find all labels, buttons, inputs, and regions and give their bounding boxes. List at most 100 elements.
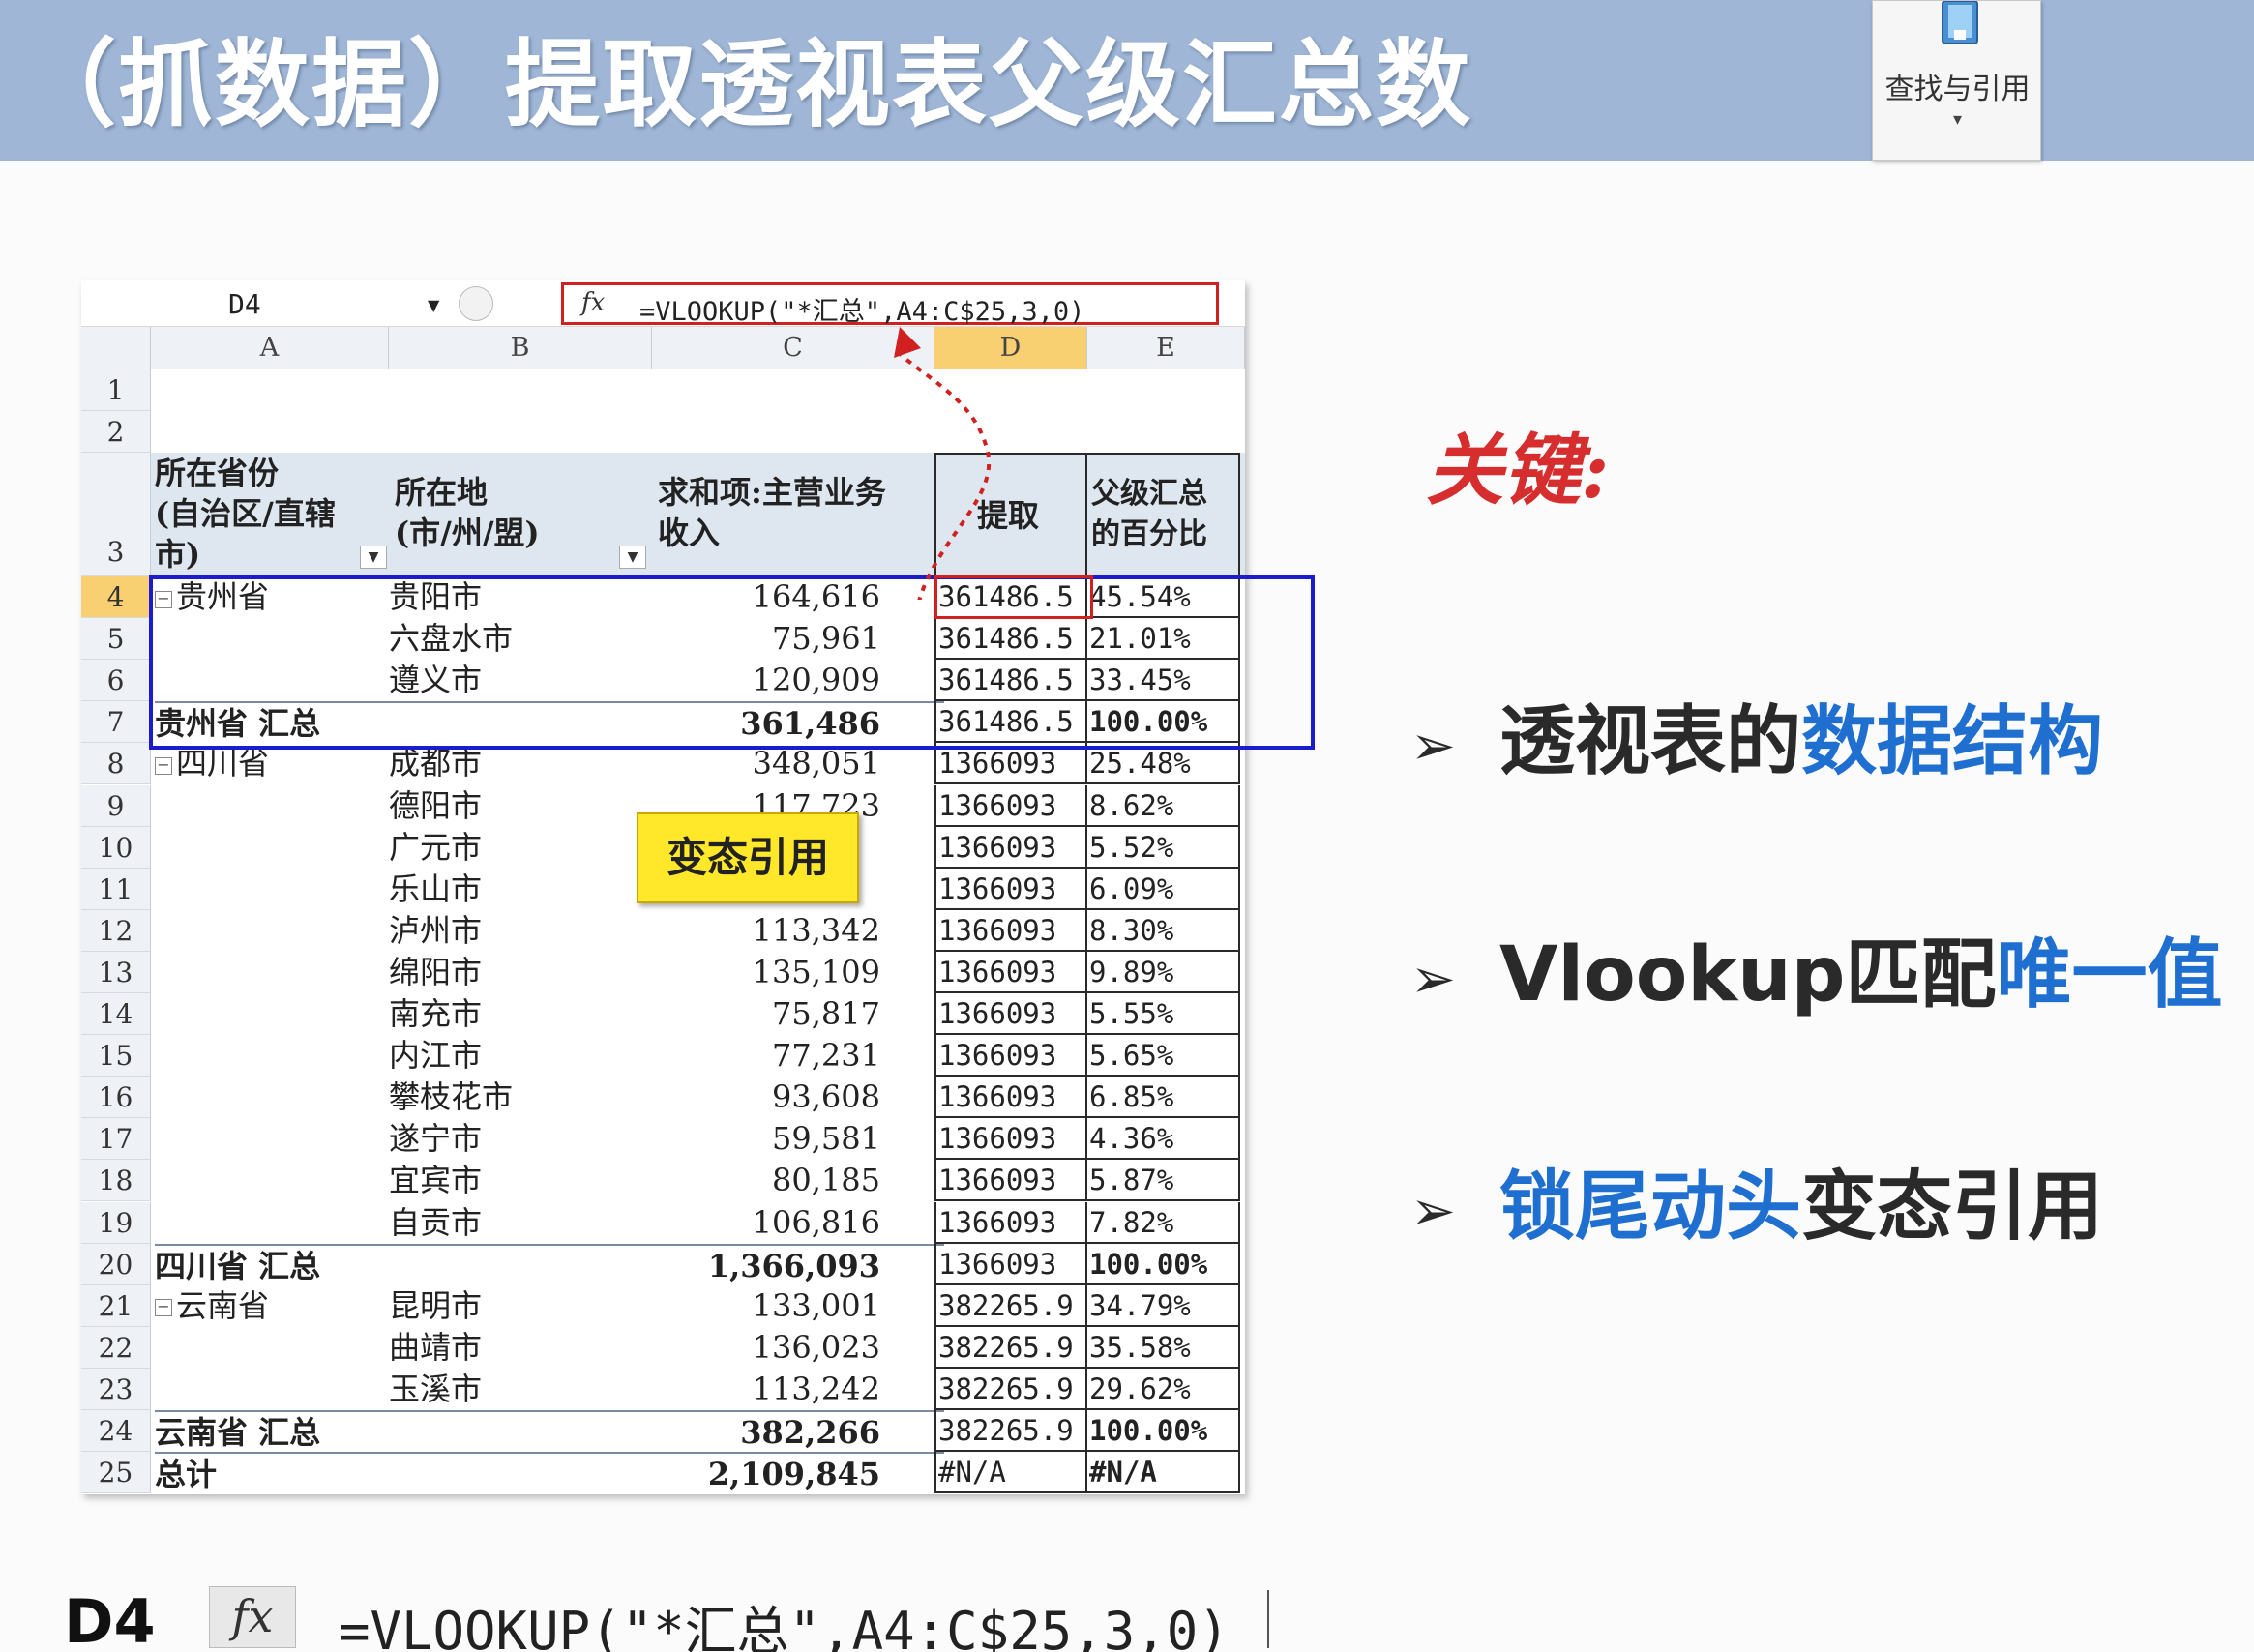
row-number[interactable]: 11: [81, 868, 151, 910]
cell-parent-pct[interactable]: 5.55%: [1087, 993, 1240, 1036]
cell-parent-pct[interactable]: 6.85%: [1087, 1077, 1240, 1119]
cell-province[interactable]: [155, 1202, 389, 1244]
cell-extract[interactable]: 1366093: [934, 1243, 1087, 1285]
cell-extract[interactable]: 1366093: [934, 868, 1087, 910]
cell-revenue[interactable]: 136,023: [652, 1327, 944, 1369]
cell-parent-pct[interactable]: 5.87%: [1087, 1160, 1240, 1202]
row-number[interactable]: 13: [81, 951, 151, 993]
collapse-icon[interactable]: −: [155, 756, 172, 775]
cell-extract[interactable]: 1366093: [934, 784, 1087, 827]
cell-parent-pct[interactable]: 29.62%: [1087, 1368, 1240, 1410]
row-number[interactable]: 16: [81, 1077, 151, 1119]
formula-bar-resize-handle[interactable]: [459, 286, 493, 321]
cell-province[interactable]: − 云南省: [155, 1285, 389, 1327]
cell-extract[interactable]: 1366093: [934, 826, 1087, 869]
cell-extract[interactable]: 1366093: [934, 1201, 1087, 1244]
row-number[interactable]: 6: [81, 660, 151, 702]
cell-location[interactable]: 内江市: [389, 1035, 652, 1077]
cell-parent-pct[interactable]: 5.65%: [1087, 1035, 1240, 1077]
cell-revenue[interactable]: 2,109,845: [652, 1452, 944, 1493]
cell-revenue[interactable]: 77,231: [652, 1035, 944, 1077]
cell-revenue[interactable]: 1,366,093: [652, 1243, 944, 1285]
caret-down-icon[interactable]: ▼: [428, 296, 439, 314]
cell-province[interactable]: [155, 1160, 389, 1201]
cell-location[interactable]: 乐山市: [389, 869, 652, 910]
cell-province[interactable]: [155, 1118, 389, 1160]
cell-parent-pct[interactable]: 4.36%: [1087, 1118, 1240, 1161]
cell-location[interactable]: [389, 1410, 652, 1452]
cell-province[interactable]: [155, 869, 389, 910]
cell-location[interactable]: 宜宾市: [389, 1160, 652, 1201]
cell-extract[interactable]: 1366093: [934, 951, 1087, 993]
row-number[interactable]: 4: [81, 576, 151, 619]
cell-revenue[interactable]: 93,608: [652, 1077, 944, 1118]
cell-location[interactable]: 攀枝花市: [389, 1077, 652, 1118]
column-header-b[interactable]: B: [389, 327, 652, 369]
cell-extract[interactable]: 382265.9: [934, 1326, 1087, 1369]
cell-parent-pct[interactable]: 100.00%: [1087, 1243, 1240, 1285]
row-number[interactable]: 15: [81, 1035, 151, 1077]
fx-icon[interactable]: fx: [581, 288, 605, 317]
cell-province[interactable]: [155, 910, 389, 952]
row-number[interactable]: 3: [81, 453, 151, 576]
cell-province[interactable]: [155, 1035, 389, 1077]
name-box[interactable]: D4 ▼: [81, 280, 449, 327]
cell-parent-pct[interactable]: 7.82%: [1087, 1201, 1240, 1244]
row-number[interactable]: 21: [81, 1284, 151, 1327]
cell-extract[interactable]: 382265.9: [934, 1284, 1087, 1327]
row-number[interactable]: 8: [81, 743, 151, 785]
cell-province[interactable]: [155, 952, 389, 993]
cell-location[interactable]: 德阳市: [389, 785, 652, 827]
cell-extract[interactable]: 1366093: [934, 993, 1087, 1036]
row-number[interactable]: 2: [81, 411, 151, 453]
cell-location[interactable]: 玉溪市: [389, 1369, 652, 1410]
cell-province[interactable]: 四川省 汇总: [155, 1243, 389, 1285]
row-number[interactable]: 24: [81, 1410, 151, 1453]
select-all-corner[interactable]: [81, 327, 151, 369]
row-number[interactable]: 5: [81, 618, 151, 661]
cell-location[interactable]: 遂宁市: [389, 1118, 652, 1160]
filter-dropdown-a[interactable]: ▼: [360, 546, 387, 569]
cell-location[interactable]: [389, 1243, 652, 1285]
row-number[interactable]: 23: [81, 1368, 151, 1410]
cell-parent-pct[interactable]: #N/A: [1087, 1452, 1240, 1494]
cell-parent-pct[interactable]: 100.00%: [1087, 1410, 1240, 1453]
cell-province[interactable]: 总计: [155, 1452, 389, 1493]
cell-province[interactable]: [155, 827, 389, 869]
row-number[interactable]: 12: [81, 909, 151, 952]
cell-parent-pct[interactable]: 6.09%: [1087, 868, 1240, 910]
cell-revenue[interactable]: 382,266: [652, 1410, 944, 1452]
row-number[interactable]: 14: [81, 993, 151, 1036]
row-number[interactable]: 1: [81, 369, 151, 411]
row-number[interactable]: 19: [81, 1201, 151, 1244]
cell-province[interactable]: [155, 1077, 389, 1118]
header-parent-pct-cell[interactable]: 父级汇总 的百分比: [1087, 453, 1240, 576]
cell-revenue[interactable]: 80,185: [652, 1160, 944, 1201]
cell-parent-pct[interactable]: 8.30%: [1087, 909, 1240, 952]
cell-location[interactable]: 自贡市: [389, 1202, 652, 1244]
cell-revenue[interactable]: 113,342: [652, 910, 944, 952]
column-header-e[interactable]: E: [1087, 327, 1245, 369]
cell-location[interactable]: [389, 1452, 652, 1493]
cell-parent-pct[interactable]: 5.52%: [1087, 826, 1240, 869]
cell-extract[interactable]: 1366093: [934, 1160, 1087, 1202]
cell-extract[interactable]: 382265.9: [934, 1410, 1087, 1453]
cell-revenue[interactable]: 106,816: [652, 1202, 944, 1244]
row-number[interactable]: 7: [81, 701, 151, 744]
collapse-icon[interactable]: −: [155, 1299, 172, 1317]
cell-parent-pct[interactable]: 8.62%: [1087, 784, 1240, 827]
cell-location[interactable]: 曲靖市: [389, 1327, 652, 1369]
column-header-c[interactable]: C: [652, 327, 934, 369]
cell-extract[interactable]: 1366093: [934, 1077, 1087, 1119]
cell-province[interactable]: 云南省 汇总: [155, 1410, 389, 1452]
cell-parent-pct[interactable]: 35.58%: [1087, 1326, 1240, 1369]
cell-location[interactable]: 昆明市: [389, 1285, 652, 1327]
cell-revenue[interactable]: 75,817: [652, 993, 944, 1035]
column-header-a[interactable]: A: [151, 327, 389, 369]
find-reference-ribbon-button[interactable]: 查找与引用 ▾: [1872, 0, 2041, 161]
row-number[interactable]: 10: [81, 826, 151, 869]
row-number[interactable]: 22: [81, 1326, 151, 1369]
cell-province[interactable]: [155, 1369, 389, 1410]
cell-location[interactable]: 广元市: [389, 827, 652, 869]
cell-location[interactable]: 南充市: [389, 993, 652, 1035]
